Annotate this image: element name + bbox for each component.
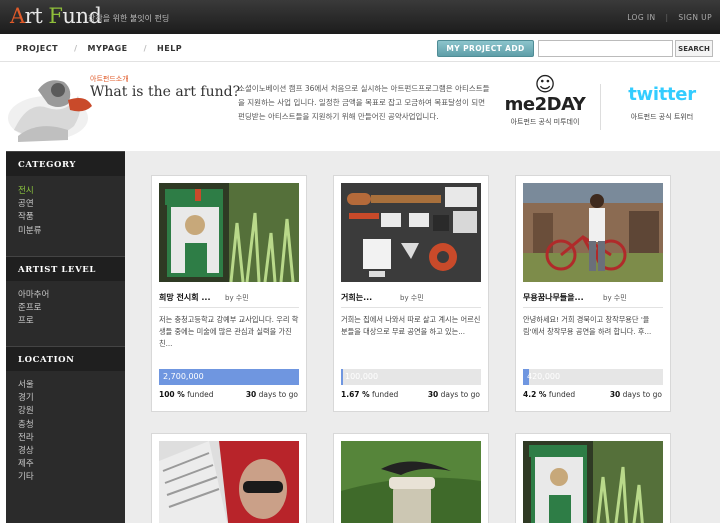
top-bar: Art Fund 창작을 위한 불잇이 펀딩 LOG IN | SIGN UP <box>0 0 720 34</box>
nav-mypage[interactable]: MYPAGE <box>88 44 128 53</box>
project-title[interactable]: 무용꿈나무들을... <box>523 292 584 303</box>
twitter-wordmark: twitter <box>628 84 696 105</box>
nav-help[interactable]: HELP <box>157 44 182 53</box>
login-link[interactable]: LOG IN <box>627 13 655 22</box>
auth-links: LOG IN | SIGN UP <box>617 13 712 22</box>
card-divider <box>341 307 481 308</box>
project-description: 저는 충청고등학교 강예부 교사입니다. 우리 학생들 중에는 미술에 많은 관… <box>159 315 299 348</box>
funding-amount: 2,700,000 <box>163 372 204 381</box>
nav-bar: PROJECT / MYPAGE / HELP MY PROJECT ADD SEARC… <box>0 34 720 62</box>
project-author: by 수민 <box>603 294 627 302</box>
project-card[interactable]: 희망 전시회 ... by 수민 저는 충청고등학교 강예부 교사입니다. 우리… <box>151 175 307 412</box>
location-list: 서울 경기 강원 충청 전라 경상 제주 기타 <box>18 379 34 485</box>
project-card[interactable] <box>515 433 671 523</box>
social-divider <box>600 84 601 130</box>
me2day-link[interactable]: ☺ me2DAY 아트펀드 공식 미투데이 <box>500 74 590 140</box>
auth-divider: | <box>665 13 669 22</box>
funded-percent: 100 % funded <box>159 390 214 399</box>
location-gyeonggi[interactable]: 경기 <box>18 392 34 405</box>
project-description: 안녕하세요! 거희 경북이고 창작무용단 '율림'에서 창작무용 공연을 하려 … <box>523 315 652 336</box>
project-thumbnail[interactable] <box>159 441 299 523</box>
location-heading: LOCATION <box>6 346 125 371</box>
location-jeolla[interactable]: 전라 <box>18 432 34 445</box>
artist-level-semipro[interactable]: 준프로 <box>18 302 49 315</box>
card-divider <box>159 307 299 308</box>
project-title[interactable]: 거희는... <box>341 292 372 303</box>
card-divider <box>523 307 663 308</box>
location-chungcheong[interactable]: 충청 <box>18 419 34 432</box>
main-nav: PROJECT / MYPAGE / HELP <box>16 44 198 53</box>
signup-link[interactable]: SIGN UP <box>678 13 712 22</box>
twitter-caption: 아트펀드 공식 트위터 <box>630 113 694 121</box>
artist-level-heading: ARTIST LEVEL <box>6 256 125 281</box>
project-thumbnail[interactable] <box>341 441 481 523</box>
twitter-link[interactable]: twitter 아트펀드 공식 트위터 <box>612 84 712 140</box>
days-to-go: 30 days to go <box>609 390 662 399</box>
location-seoul[interactable]: 서울 <box>18 379 34 392</box>
intro-description: 소셜이노베이션 캠프 36에서 처음으로 실시하는 아트펀드프로그램은 아티스트… <box>238 84 490 121</box>
project-grid: 희망 전시회 ... by 수민 저는 충청고등학교 강예부 교사입니다. 우리… <box>125 151 720 523</box>
project-card[interactable]: 무용꿈나무들을... by 수민 안녕하세요! 거희 경북이고 창작무용단 '율… <box>515 175 671 412</box>
project-card[interactable]: 거희는... by 수민 거희는 집에서 나와서 따로 살고 계시는 어르신 분… <box>333 175 489 412</box>
nav-divider: / <box>143 44 148 53</box>
tagline: 창작을 위한 불잇이 펀딩 <box>88 14 170 23</box>
project-author: by 수민 <box>400 294 424 302</box>
location-jeju[interactable]: 제주 <box>18 458 34 471</box>
funding-progress-bar: 100,000 <box>341 369 481 385</box>
funded-percent: 1.67 % funded <box>341 390 399 399</box>
my-project-add-button[interactable]: MY PROJECT ADD <box>437 40 534 57</box>
category-item-artwork[interactable]: 작품 <box>18 211 41 224</box>
intro-label: 아트펀드소개 <box>90 75 129 83</box>
days-to-go: 30 days to go <box>427 390 480 399</box>
filter-sidebar: CATEGORY 전시 공연 작품 미분류 ARTIST LEVEL 아마추어 … <box>6 151 125 523</box>
artist-level-amateur[interactable]: 아마추어 <box>18 289 49 302</box>
funding-amount: 420,000 <box>527 372 561 381</box>
search-input[interactable] <box>538 40 673 57</box>
project-thumbnail[interactable] <box>159 183 299 282</box>
location-gyeongsang[interactable]: 경상 <box>18 445 34 458</box>
funding-amount: 100,000 <box>345 372 379 381</box>
project-description: 거희는 집에서 나와서 따로 살고 계시는 어르신 분들을 대상으로 무료 공연… <box>341 315 481 336</box>
project-title[interactable]: 희망 전시회 ... <box>159 292 211 303</box>
me2day-smile-icon: ☺ <box>534 72 556 96</box>
days-to-go: 30 days to go <box>245 390 298 399</box>
location-gangwon[interactable]: 강원 <box>18 405 34 418</box>
nav-divider: / <box>74 44 78 53</box>
me2day-caption: 아트펀드 공식 미투데이 <box>510 118 580 126</box>
project-card[interactable] <box>333 433 489 523</box>
project-author: by 수민 <box>225 294 249 302</box>
intro-title: What is the art fund? <box>90 84 241 100</box>
funding-progress-fill <box>341 369 344 385</box>
artist-illustration <box>8 80 92 142</box>
category-heading: CATEGORY <box>6 151 125 176</box>
funding-progress-bar: 420,000 <box>523 369 663 385</box>
intro-banner: 아트펀드소개 What is the art fund? 소셜이노베이션 캠프 … <box>0 62 720 151</box>
category-item-uncategorized[interactable]: 미분류 <box>18 225 41 238</box>
artist-level-list: 아마추어 준프로 프로 <box>18 289 49 329</box>
nav-project[interactable]: PROJECT <box>16 44 58 53</box>
funding-progress-bar: 2,700,000 <box>159 369 299 385</box>
category-item-exhibition[interactable]: 전시 <box>18 185 41 198</box>
category-list: 전시 공연 작품 미분류 <box>18 185 41 238</box>
category-item-performance[interactable]: 공연 <box>18 198 41 211</box>
project-thumbnail[interactable] <box>523 183 663 282</box>
artist-level-pro[interactable]: 프로 <box>18 315 49 328</box>
search-button[interactable]: SEARCH <box>675 40 713 57</box>
funded-percent: 4.2 % funded <box>523 390 576 399</box>
location-other[interactable]: 기타 <box>18 471 34 484</box>
project-thumbnail[interactable] <box>523 441 663 523</box>
project-thumbnail[interactable] <box>341 183 481 282</box>
me2day-wordmark: me2DAY <box>504 94 586 115</box>
project-card[interactable] <box>151 433 307 523</box>
